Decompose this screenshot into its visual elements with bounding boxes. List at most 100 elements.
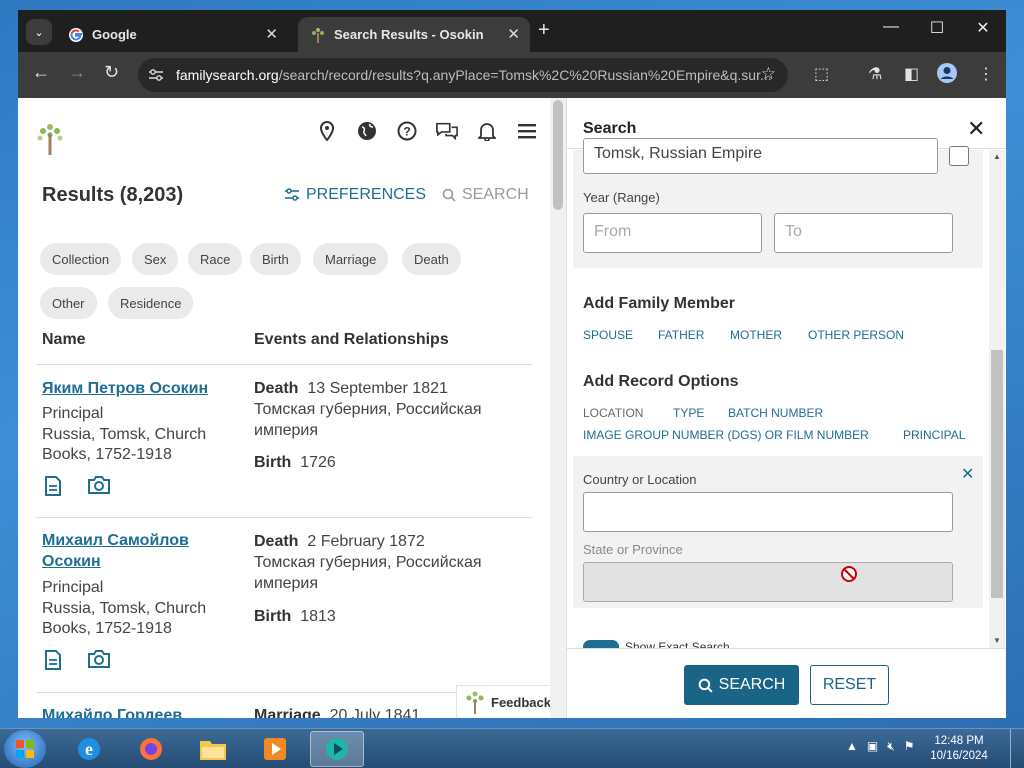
- other-person-link[interactable]: OTHER PERSON: [808, 328, 904, 342]
- filter-chip-marriage[interactable]: Marriage: [313, 243, 389, 275]
- event-label: Birth: [254, 608, 292, 625]
- search-icon: [698, 678, 713, 693]
- svg-text:e: e: [85, 739, 93, 759]
- internet-explorer-icon[interactable]: e: [62, 731, 116, 767]
- year-from-input[interactable]: From: [583, 213, 762, 253]
- menu-icon[interactable]: ⋮: [978, 64, 994, 84]
- results-count-heading: Results (8,203): [42, 184, 184, 206]
- search-toggle-button[interactable]: SEARCH: [442, 186, 529, 204]
- start-button[interactable]: [4, 730, 46, 768]
- sidepanel-icon[interactable]: ◧: [904, 64, 919, 84]
- birth-event: Birth 1813: [254, 606, 514, 627]
- site-info-icon[interactable]: [148, 68, 164, 82]
- location-pin-icon[interactable]: [316, 120, 338, 142]
- document-icon[interactable]: [44, 650, 62, 670]
- new-tab-button[interactable]: +: [538, 19, 550, 42]
- event-date: 1813: [300, 608, 336, 625]
- close-tab-icon[interactable]: ✕: [507, 25, 520, 43]
- messages-icon[interactable]: [436, 120, 458, 142]
- minimize-button[interactable]: —: [876, 18, 906, 36]
- volume-muted-icon[interactable]: 🔇︎: [887, 739, 895, 754]
- person-name-link[interactable]: Михайло Гордеев: [42, 705, 222, 718]
- filter-chip-other[interactable]: Other: [40, 287, 97, 319]
- camera-icon[interactable]: [88, 650, 110, 668]
- scrollbar-thumb[interactable]: [991, 350, 1003, 598]
- file-explorer-icon[interactable]: [186, 731, 240, 767]
- event-date: 1726: [300, 454, 336, 471]
- labs-icon[interactable]: ⚗: [868, 64, 882, 84]
- clock-time: 12:48 PM: [934, 735, 984, 747]
- filter-chip-collection[interactable]: Collection: [40, 243, 122, 275]
- close-tab-icon[interactable]: ✕: [265, 25, 278, 43]
- scroll-down-icon[interactable]: ▼: [993, 636, 1001, 645]
- globe-icon[interactable]: [356, 120, 378, 142]
- close-window-button[interactable]: ✕: [968, 18, 998, 38]
- taskbar: e ▲ ▣ 🔇︎ ⚑ 12:48 PM 10/16/2024: [0, 728, 1024, 768]
- image-group-number-link[interactable]: IMAGE GROUP NUMBER (DGS) OR FILM NUMBER: [583, 428, 869, 442]
- divider: [36, 517, 532, 518]
- app-icon[interactable]: [310, 731, 364, 767]
- type-link[interactable]: TYPE: [673, 406, 704, 420]
- location-link[interactable]: LOCATION: [583, 406, 643, 420]
- tab-google[interactable]: Google ✕: [56, 17, 288, 52]
- help-icon[interactable]: ?: [396, 120, 418, 142]
- event-date: 20 July 1841: [329, 707, 421, 718]
- preferences-button[interactable]: PREFERENCES: [284, 186, 426, 204]
- event-date: 2 February 1872: [307, 533, 425, 550]
- media-player-icon[interactable]: [248, 731, 302, 767]
- familysearch-logo[interactable]: [36, 122, 64, 161]
- star-icon[interactable]: ☆: [761, 64, 776, 84]
- filter-chip-sex[interactable]: Sex: [132, 243, 179, 275]
- remove-location-icon[interactable]: ✕: [961, 464, 974, 484]
- back-icon[interactable]: ←: [32, 62, 50, 83]
- spouse-link[interactable]: SPOUSE: [583, 328, 633, 342]
- exact-checkbox[interactable]: [949, 146, 969, 166]
- hamburger-menu-icon[interactable]: [516, 120, 538, 142]
- close-panel-icon[interactable]: ✕: [967, 116, 985, 142]
- firefox-icon[interactable]: [124, 731, 178, 767]
- url-path: /search/record/results?q.anyPlace=Tomsk%…: [278, 67, 772, 83]
- tray-expand-icon[interactable]: ▲: [846, 739, 858, 754]
- profile-icon[interactable]: [936, 62, 958, 89]
- panel-scrollbar[interactable]: ▲ ▼: [989, 150, 1005, 648]
- results-scrollbar[interactable]: [550, 98, 566, 718]
- country-input[interactable]: [583, 492, 953, 532]
- tab-search-button[interactable]: ⌄: [26, 19, 52, 45]
- reload-icon[interactable]: ↻: [104, 62, 119, 83]
- father-link[interactable]: FATHER: [658, 328, 704, 342]
- forward-icon[interactable]: →: [68, 62, 86, 83]
- person-name-link[interactable]: Яким Петров Осокин: [42, 378, 242, 399]
- panel-footer: SEARCH RESET: [567, 648, 1006, 718]
- document-icon[interactable]: [44, 476, 62, 496]
- network-icon[interactable]: ▣: [867, 739, 878, 754]
- record-collection: Russia, Tomsk, Church Books, 1752-1918: [42, 600, 207, 637]
- show-desktop-button[interactable]: [1010, 729, 1024, 768]
- person-name-link[interactable]: Михаил Самойлов Осокин: [42, 530, 242, 572]
- scroll-up-icon[interactable]: ▲: [993, 152, 1001, 161]
- year-to-input[interactable]: To: [774, 213, 953, 253]
- filter-chip-birth[interactable]: Birth: [250, 243, 301, 275]
- camera-icon[interactable]: [88, 476, 110, 494]
- extensions-icon[interactable]: ⬚: [814, 64, 829, 84]
- principal-link[interactable]: PRINCIPAL: [903, 428, 965, 442]
- place-input[interactable]: Tomsk, Russian Empire: [583, 138, 938, 174]
- scrollbar-thumb[interactable]: [553, 100, 563, 210]
- notifications-bell-icon[interactable]: [476, 120, 498, 142]
- record-actions: [44, 650, 110, 670]
- tab-search-results[interactable]: Search Results - Osokin ✕: [298, 17, 530, 52]
- state-input-disabled[interactable]: [583, 562, 953, 602]
- add-record-options-heading: Add Record Options: [583, 373, 739, 390]
- filter-chip-race[interactable]: Race: [188, 243, 243, 275]
- filter-chip-residence[interactable]: Residence: [108, 287, 194, 319]
- clock[interactable]: 12:48 PM 10/16/2024: [928, 734, 990, 764]
- url-bar[interactable]: familysearch.org/search/record/results?q…: [138, 58, 788, 92]
- search-button[interactable]: SEARCH: [684, 665, 799, 705]
- google-icon: [68, 27, 84, 43]
- mother-link[interactable]: MOTHER: [730, 328, 782, 342]
- reset-button[interactable]: RESET: [810, 665, 889, 705]
- maximize-button[interactable]: ☐: [922, 18, 952, 38]
- record-collection: Russia, Tomsk, Church Books, 1752-1918: [42, 426, 207, 463]
- batch-number-link[interactable]: BATCH NUMBER: [728, 406, 823, 420]
- filter-chip-death[interactable]: Death: [402, 243, 461, 275]
- action-center-flag-icon[interactable]: ⚑: [904, 739, 915, 754]
